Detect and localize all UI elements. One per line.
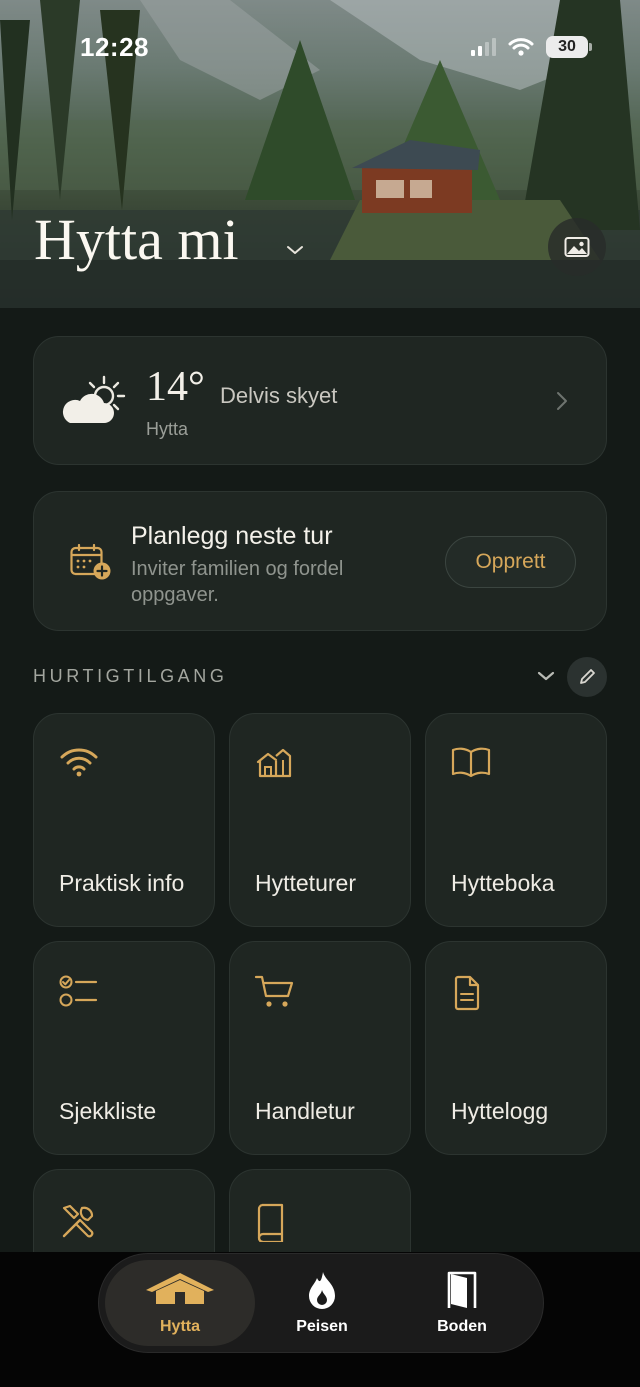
flame-icon xyxy=(309,1272,335,1309)
weather-condition: Delvis skyet xyxy=(220,383,338,408)
tab-hytta[interactable]: Hytta xyxy=(105,1260,255,1346)
tile-label: Praktisk info xyxy=(59,870,185,896)
document-icon xyxy=(454,975,480,1011)
tile-label: Sjekkliste xyxy=(59,1098,157,1124)
chevron-down-icon[interactable] xyxy=(286,244,304,256)
image-icon xyxy=(564,237,590,257)
tab-label: Boden xyxy=(437,1318,487,1335)
tile-sjekkliste[interactable]: Sjekkliste xyxy=(33,941,215,1155)
weather-card[interactable]: 14° Delvis skyet Hytta xyxy=(33,336,607,465)
weather-location: Hytta xyxy=(146,419,189,439)
checklist-icon xyxy=(59,975,98,1007)
tile-praktisk-info[interactable]: Praktisk info xyxy=(33,713,215,927)
wifi-icon xyxy=(60,748,98,777)
tile-label: Handletur xyxy=(255,1098,355,1124)
chevron-right-icon xyxy=(557,392,567,410)
open-book-icon xyxy=(451,747,491,778)
plan-title: Planlegg neste tur xyxy=(131,522,333,550)
tab-label: Peisen xyxy=(296,1318,348,1335)
status-icons: 30 xyxy=(471,36,592,58)
quick-access-heading: HURTIGTILGANG xyxy=(33,666,228,686)
cabin-icon xyxy=(146,1273,214,1304)
tab-boden[interactable]: Boden xyxy=(387,1260,537,1346)
plan-subtitle: Inviter familien og fordel oppgaver. xyxy=(131,558,344,606)
change-photo-button[interactable] xyxy=(548,218,606,276)
tile-handletur[interactable]: Handletur xyxy=(229,941,411,1155)
battery-icon: 30 xyxy=(546,36,592,58)
houses-icon xyxy=(256,748,292,778)
tools-icon xyxy=(62,1204,94,1238)
wifi-status-icon xyxy=(508,38,534,56)
tab-label: Hytta xyxy=(159,1318,200,1335)
tile-hyttelogg[interactable]: Hyttelogg xyxy=(425,941,607,1155)
book-icon xyxy=(257,1203,284,1242)
tile-hytteturer[interactable]: Hytteturer xyxy=(229,713,411,927)
edit-quick-access-button[interactable] xyxy=(567,657,607,697)
tile-label: Hyttelogg xyxy=(451,1098,549,1124)
tile-label: Hytteturer xyxy=(255,870,356,896)
create-button[interactable]: Opprett xyxy=(445,536,576,588)
partly-cloudy-icon xyxy=(62,375,126,423)
pencil-icon xyxy=(580,669,595,684)
shopping-cart-icon xyxy=(254,975,294,1007)
cellular-signal-icon xyxy=(471,38,496,56)
chevron-down-icon[interactable] xyxy=(537,670,555,682)
door-icon xyxy=(447,1271,477,1308)
tab-peisen[interactable]: Peisen xyxy=(247,1260,397,1346)
tile-label: Hytteboka xyxy=(451,870,555,896)
tile-hytteboka[interactable]: Hytteboka xyxy=(425,713,607,927)
plan-trip-card: Planlegg neste tur Inviter familien og f… xyxy=(33,491,607,631)
page-title[interactable]: Hytta mi xyxy=(34,206,239,273)
bottom-tab-bar: Hytta Peisen Boden xyxy=(98,1253,544,1353)
weather-temperature: 14° xyxy=(146,364,205,410)
status-time: 12:28 xyxy=(80,32,149,62)
calendar-add-icon xyxy=(70,544,111,580)
header-hero: 12:28 30 Hytta mi xyxy=(0,0,640,308)
